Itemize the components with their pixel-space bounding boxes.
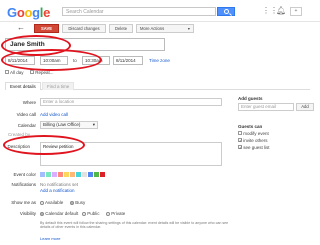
add-notification-link[interactable]: Add a notification	[40, 188, 75, 193]
logo-letter: e	[43, 5, 51, 20]
calendar-select-value: Billing (Law Office)	[43, 122, 81, 127]
calendar-default-label: Calendar default	[45, 211, 79, 216]
invite-others-label: invite others	[243, 138, 268, 143]
logo-letter: o	[16, 5, 25, 20]
search-input[interactable]: Search Calendar	[62, 7, 216, 16]
logo-letter: o	[24, 5, 33, 20]
where-input[interactable]: Enter a location	[40, 98, 222, 106]
chevron-down-icon: ▾	[187, 26, 190, 31]
modify-event-checkbox[interactable]	[238, 131, 242, 135]
event-color-swatch[interactable]	[70, 172, 75, 177]
repeat-option[interactable]: Repeat...	[30, 70, 54, 75]
guests-invite-option[interactable]: invite others	[238, 138, 268, 143]
add-guest-button[interactable]: Add	[296, 103, 314, 111]
event-color-swatch[interactable]	[40, 172, 45, 177]
available-label: Available	[45, 200, 64, 205]
time-zone-link[interactable]: Time zone	[149, 58, 170, 63]
private-radio[interactable]	[106, 211, 110, 216]
event-color-swatch[interactable]	[100, 172, 105, 177]
all-day-checkbox[interactable]	[5, 70, 9, 74]
discard-changes-button[interactable]: Discard changes	[62, 24, 106, 33]
logo-letter: g	[32, 5, 40, 20]
more-actions-button[interactable]: More Actions ▾	[136, 24, 194, 33]
show-busy-option[interactable]: Busy	[70, 200, 85, 205]
learn-more-link[interactable]: Learn more	[40, 236, 60, 241]
tab-find-a-time[interactable]: Find a time	[42, 82, 75, 90]
repeat-checkbox[interactable]	[30, 70, 34, 74]
calendar-select[interactable]: Billing (Law Office) ▾	[40, 121, 98, 129]
end-date-input[interactable]: 8/11/2014	[113, 56, 143, 65]
invite-others-checkbox[interactable]	[238, 138, 242, 142]
all-day-label: All day	[10, 70, 24, 75]
event-color-swatches	[40, 172, 106, 179]
visibility-public-option[interactable]: Public	[82, 211, 100, 216]
logo-letter: G	[7, 5, 17, 20]
notifications-label: Notifications	[11, 182, 36, 187]
add-video-call-link[interactable]: Add video call	[40, 112, 68, 117]
see-guest-list-checkbox[interactable]	[238, 145, 242, 149]
visibility-default-option[interactable]: Calendar default	[40, 211, 78, 216]
save-button[interactable]: SAVE	[34, 24, 59, 33]
video-call-label: Video call	[16, 112, 36, 117]
see-guest-list-label: see guest list	[243, 145, 270, 150]
annotation-circle-description	[3, 135, 85, 155]
annotation-circle-datetime	[1, 49, 102, 71]
calendar-label: Calendar	[17, 123, 36, 128]
tab-event-details[interactable]: Event details	[5, 82, 41, 90]
where-label: Where	[22, 100, 36, 105]
public-radio[interactable]	[82, 211, 86, 216]
guests-can-title: Guests can	[238, 124, 263, 129]
google-logo: Google	[7, 5, 50, 20]
public-label: Public	[87, 211, 100, 216]
header-divider	[0, 21, 320, 22]
private-label: Private	[111, 211, 126, 216]
guest-email-input[interactable]: Enter guest email	[238, 103, 294, 111]
show-me-as-label: Show me as	[11, 200, 36, 205]
search-button[interactable]	[217, 7, 235, 16]
event-color-swatch[interactable]	[64, 172, 69, 177]
share-icon[interactable]: +	[290, 7, 302, 16]
no-notifications-text: No notifications set	[40, 182, 79, 187]
visibility-private-option[interactable]: Private	[106, 211, 125, 216]
busy-label: Busy	[75, 200, 86, 205]
event-color-label: Event color	[13, 172, 36, 177]
calendar-default-radio[interactable]	[40, 211, 44, 216]
busy-radio[interactable]	[70, 200, 74, 205]
visibility-label: Visibility	[19, 211, 36, 216]
modify-event-label: modify event	[243, 131, 269, 136]
available-radio[interactable]	[40, 200, 44, 205]
all-day-option[interactable]: All day	[5, 70, 24, 75]
event-color-swatch[interactable]	[58, 172, 63, 177]
notifications-icon[interactable]: 🔔︎	[276, 7, 286, 15]
repeat-label: Repeat...	[35, 70, 54, 75]
show-available-option[interactable]: Available	[40, 200, 63, 205]
visibility-footnote: By default this event will follow the sh…	[40, 221, 229, 230]
search-icon	[224, 9, 229, 14]
add-guests-title: Add guests	[238, 96, 263, 101]
event-color-swatch[interactable]	[94, 172, 99, 177]
event-color-swatch[interactable]	[88, 172, 93, 177]
chevron-down-icon: ▾	[92, 122, 95, 127]
event-color-swatch[interactable]	[46, 172, 51, 177]
more-actions-label: More Actions	[140, 26, 165, 31]
guests-modify-option[interactable]: modify event	[238, 131, 269, 136]
back-button[interactable]: ←	[17, 24, 25, 32]
guests-see-list-option[interactable]: see guest list	[238, 145, 270, 150]
event-color-swatch[interactable]	[82, 172, 87, 177]
delete-button[interactable]: Delete	[109, 24, 133, 33]
event-color-swatch[interactable]	[76, 172, 81, 177]
event-color-swatch[interactable]	[52, 172, 57, 177]
